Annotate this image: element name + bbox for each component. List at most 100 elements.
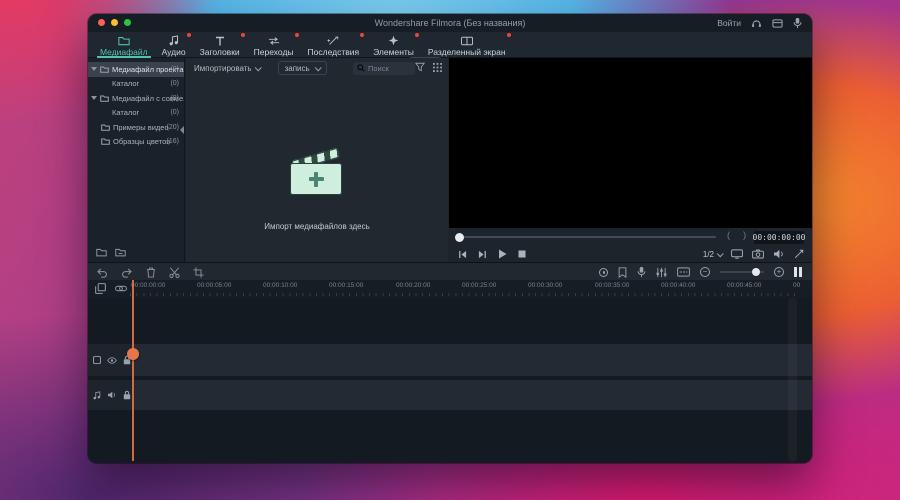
stop-button[interactable] — [518, 250, 526, 258]
music-note-icon — [162, 33, 191, 46]
scissors-icon[interactable] — [169, 267, 180, 278]
playhead-line[interactable] — [132, 280, 134, 461]
play-button[interactable] — [498, 249, 507, 259]
sidebar-item-project-media[interactable]: Медиафайл проекта (0) — [88, 62, 184, 77]
playback-controls: 1/2 — [449, 246, 812, 262]
preview-panel: ( ) 00:00:00:00 1/2 — [449, 58, 812, 262]
sidebar-item-shared-media[interactable]: Медиафайл с совме... (0) — [88, 91, 184, 106]
tab-titles[interactable]: Заголовки — [193, 32, 247, 58]
link-icon[interactable] — [115, 283, 127, 294]
zoom-slider-handle[interactable] — [752, 268, 760, 276]
media-panel: Импортировать запись Поиск Импорт медиаф… — [186, 58, 448, 262]
snapshot-camera-icon[interactable] — [752, 249, 764, 259]
quality-dropdown[interactable]: 1/2 — [703, 250, 724, 259]
zoom-out-button[interactable]: − — [700, 267, 710, 277]
voiceover-mic-icon[interactable] — [637, 266, 646, 278]
video-viewport[interactable] — [449, 58, 812, 228]
badge-dot — [414, 33, 419, 37]
workspace-icon[interactable] — [772, 18, 783, 29]
headset-icon[interactable] — [751, 18, 762, 29]
disclosure-triangle-icon[interactable] — [91, 67, 97, 72]
video-track-header — [88, 344, 133, 376]
delete-folder-icon[interactable] — [115, 248, 126, 257]
badge-dot — [360, 33, 365, 37]
volume-icon[interactable] — [773, 249, 785, 259]
redo-icon[interactable] — [121, 267, 133, 278]
media-library-sidebar: Медиафайл проекта (0) Каталог (0) Медиаф… — [88, 58, 185, 262]
fit-display-icon[interactable] — [731, 249, 743, 259]
playhead-handle[interactable] — [126, 348, 139, 360]
vertical-scrollbar[interactable] — [788, 298, 797, 461]
next-frame-button[interactable] — [478, 250, 487, 259]
mark-in-button[interactable]: ( — [727, 230, 730, 241]
delete-icon[interactable] — [146, 267, 156, 278]
video-clip-icon[interactable] — [93, 356, 101, 364]
sidebar-item-catalog-1[interactable]: Каталог (0) — [88, 77, 184, 92]
previous-frame-button[interactable] — [458, 250, 467, 259]
timecode-display: 00:00:00:00 — [752, 230, 806, 244]
tab-elements[interactable]: Элементы — [366, 32, 421, 58]
titlebar: Wondershare Filmora (Без названия) Войти — [88, 14, 812, 32]
audio-mixer-icon[interactable] — [656, 267, 667, 278]
lock-icon[interactable] — [123, 390, 131, 400]
microphone-icon[interactable] — [793, 17, 802, 29]
audio-track-header — [88, 380, 133, 410]
sidebar-item-catalog-2[interactable]: Каталог (0) — [88, 106, 184, 121]
undo-icon[interactable] — [96, 267, 108, 278]
folder-icon — [100, 35, 148, 46]
crop-icon[interactable] — [193, 266, 204, 278]
filter-icon[interactable] — [415, 62, 425, 72]
badge-dot — [186, 33, 191, 37]
import-hint-text: Импорт медиафайлов здесь — [264, 222, 370, 231]
audio-track — [88, 380, 812, 410]
grid-view-icon[interactable] — [433, 62, 442, 72]
sidebar-item-sample-colors[interactable]: Образцы цветов (16) — [88, 135, 184, 150]
effects-icon — [308, 33, 365, 46]
zoom-in-button[interactable]: + — [774, 267, 784, 277]
tab-media[interactable]: Медиафайл — [93, 32, 155, 58]
timeline-toolbar: − + — [88, 262, 812, 280]
desktop: { "colors": { "accent": "#53c3ac", "play… — [0, 0, 900, 500]
tab-transitions[interactable]: Переходы — [247, 32, 301, 58]
tab-effects[interactable]: Последствия — [301, 32, 367, 58]
search-input[interactable] — [368, 63, 412, 73]
folder-icon — [101, 138, 110, 145]
disclosure-triangle-icon[interactable] — [91, 96, 97, 101]
audio-track-lane[interactable] — [134, 380, 812, 410]
media-toolbar: Импортировать запись — [186, 58, 448, 78]
time-ruler[interactable]: 00:00:00:00 00:00:05:00 00:00:10:00 00:0… — [130, 280, 800, 298]
scrubber-track[interactable] — [458, 236, 716, 238]
import-dropdown[interactable]: Импортировать — [194, 64, 262, 73]
timeline-tracks — [88, 298, 812, 463]
sidebar-item-sample-videos[interactable]: Примеры видео (20) — [88, 120, 184, 135]
tab-audio[interactable]: Аудио — [155, 32, 193, 58]
record-marker-icon[interactable] — [599, 267, 608, 277]
add-folder-icon[interactable] — [96, 248, 107, 257]
split-screen-icon — [428, 33, 511, 46]
marker-icon[interactable] — [618, 266, 627, 278]
tab-split-screen[interactable]: Разделенный экран — [421, 32, 513, 58]
copy-track-icon[interactable] — [95, 283, 106, 294]
search-box[interactable] — [353, 61, 415, 75]
eye-icon[interactable] — [107, 356, 117, 364]
folder-icon — [100, 66, 109, 73]
fullscreen-icon[interactable] — [794, 249, 804, 259]
text-icon — [200, 33, 245, 46]
music-note-icon[interactable] — [93, 390, 101, 400]
sidebar-collapse-handle[interactable] — [180, 126, 184, 134]
render-preview-icon[interactable] — [677, 267, 690, 277]
import-drop-zone[interactable]: Импорт медиафайлов здесь — [186, 78, 448, 262]
elements-icon — [373, 33, 419, 46]
window-title: Wondershare Filmora (Без названия) — [374, 18, 526, 28]
scrubber-handle[interactable] — [455, 232, 464, 242]
search-icon — [357, 64, 365, 72]
folder-icon — [101, 124, 110, 131]
fit-timeline-icon[interactable] — [794, 267, 802, 277]
video-track — [88, 344, 812, 376]
video-track-lane[interactable] — [134, 344, 812, 376]
timeline-zoom-slider[interactable] — [720, 268, 764, 276]
record-dropdown[interactable]: запись — [277, 61, 327, 75]
mark-out-button[interactable]: ) — [743, 230, 746, 241]
login-button[interactable]: Войти — [717, 18, 741, 28]
speaker-icon[interactable] — [107, 391, 117, 399]
